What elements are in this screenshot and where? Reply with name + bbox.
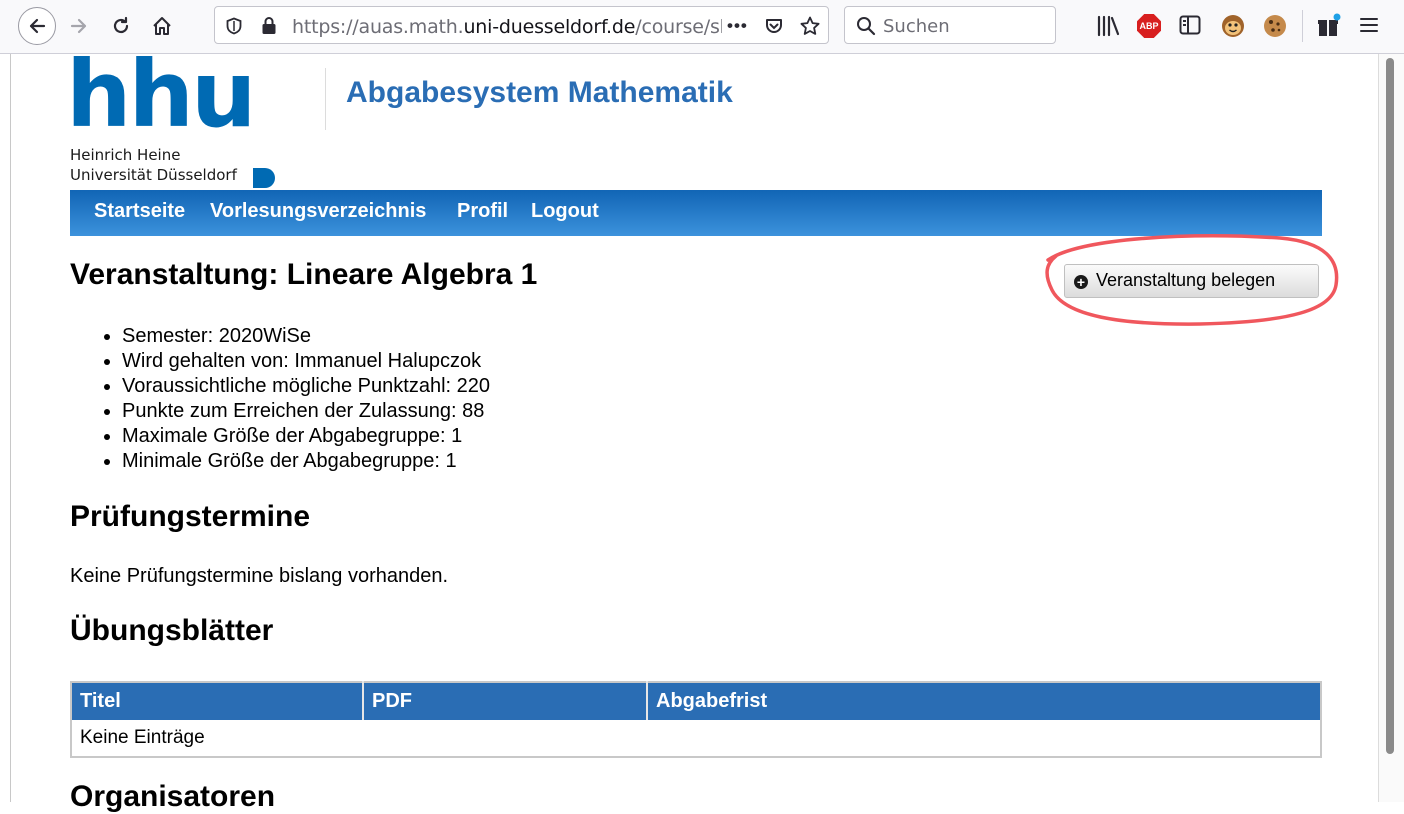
- list-item: Voraussichtliche mögliche Punktzahl: 220: [104, 374, 490, 399]
- toolbar-separator: [1302, 10, 1303, 42]
- logo-line-2: Universität Düsseldorf: [70, 166, 237, 184]
- organizers-heading: Organisatoren: [70, 780, 276, 813]
- lock-icon: [262, 17, 276, 34]
- arrow-right-icon: [70, 18, 87, 34]
- vertical-scrollbar[interactable]: [1378, 54, 1404, 802]
- url-bar[interactable]: https://auas.math.uni-duesseldorf.de/cou…: [214, 6, 829, 44]
- table-empty-cell: Keine Einträge: [71, 720, 1321, 757]
- forward-button[interactable]: [62, 9, 96, 43]
- table-row: Keine Einträge: [71, 720, 1321, 757]
- monkey-extension-icon[interactable]: [1220, 13, 1246, 39]
- exams-empty-text: Keine Prüfungstermine bislang vorhanden.: [70, 565, 449, 587]
- home-button[interactable]: [145, 9, 179, 43]
- list-item: Maximale Größe der Abgabegruppe: 1: [104, 424, 490, 449]
- logo-wordmark: hhu: [66, 41, 256, 148]
- enroll-button-label: Veranstaltung belegen: [1096, 270, 1276, 290]
- column-header-abgabefrist[interactable]: Abgabefrist: [647, 682, 1321, 720]
- list-item: Punkte zum Erreichen der Zulassung: 88: [104, 399, 490, 424]
- search-placeholder: Suchen: [883, 16, 950, 37]
- page-actions-menu-icon[interactable]: •••: [727, 16, 748, 36]
- table-header-row: Titel PDF Abgabefrist: [71, 682, 1321, 720]
- sidebar-icon[interactable]: [1179, 15, 1201, 35]
- nav-logout[interactable]: Logout: [531, 200, 599, 223]
- nav-profil[interactable]: Profil: [457, 200, 508, 223]
- logo-d-mark: [253, 168, 275, 188]
- search-bar[interactable]: Suchen: [844, 6, 1056, 44]
- url-text: https://auas.math.uni-duesseldorf.de/cou…: [292, 16, 722, 38]
- hamburger-menu-icon[interactable]: [1360, 17, 1378, 33]
- arrow-left-icon: [29, 18, 46, 34]
- page-title: Veranstaltung: Lineare Algebra 1: [70, 258, 538, 291]
- nav-vorlesungsverzeichnis[interactable]: Vorlesungsverzeichnis: [210, 200, 426, 223]
- page-frame-edge: [10, 54, 11, 802]
- pocket-icon[interactable]: [764, 16, 784, 36]
- star-bookmark-icon[interactable]: [799, 15, 821, 37]
- site-title: Abgabesystem Mathematik: [346, 76, 733, 109]
- shield-icon: [226, 17, 242, 35]
- list-item: Minimale Größe der Abgabegruppe: 1: [104, 449, 490, 474]
- search-icon: [857, 17, 876, 36]
- enroll-course-button[interactable]: + Veranstaltung belegen: [1064, 264, 1319, 298]
- column-header-pdf[interactable]: PDF: [363, 682, 648, 720]
- list-item: Wird gehalten von: Immanuel Halupczok: [104, 349, 490, 374]
- sheets-table: Titel PDF Abgabefrist Keine Einträge: [70, 681, 1322, 758]
- list-item: Semester: 2020WiSe: [104, 324, 490, 349]
- header-separator: [325, 68, 326, 130]
- reload-icon: [113, 16, 129, 34]
- home-icon: [153, 17, 171, 35]
- sheets-heading: Übungsblätter: [70, 614, 274, 647]
- adblock-plus-icon[interactable]: ABP: [1137, 14, 1161, 38]
- cookie-icon[interactable]: [1262, 13, 1288, 39]
- plus-circle-icon: +: [1074, 275, 1088, 289]
- main-nav: Startseite Vorlesungsverzeichnis Profil …: [70, 190, 1322, 236]
- hhu-logo[interactable]: hhu Heinrich Heine Universität Düsseldor…: [66, 41, 280, 190]
- reload-button[interactable]: [104, 9, 138, 43]
- gift-icon[interactable]: [1316, 13, 1342, 39]
- nav-startseite[interactable]: Startseite: [94, 200, 185, 223]
- exams-heading: Prüfungstermine: [70, 500, 311, 533]
- library-icon[interactable]: [1096, 15, 1120, 37]
- back-button[interactable]: [18, 7, 56, 45]
- course-details-list: Semester: 2020WiSe Wird gehalten von: Im…: [104, 324, 490, 474]
- logo-line-1: Heinrich Heine: [70, 146, 181, 164]
- scrollbar-thumb[interactable]: [1386, 58, 1394, 754]
- column-header-titel[interactable]: Titel: [71, 682, 364, 720]
